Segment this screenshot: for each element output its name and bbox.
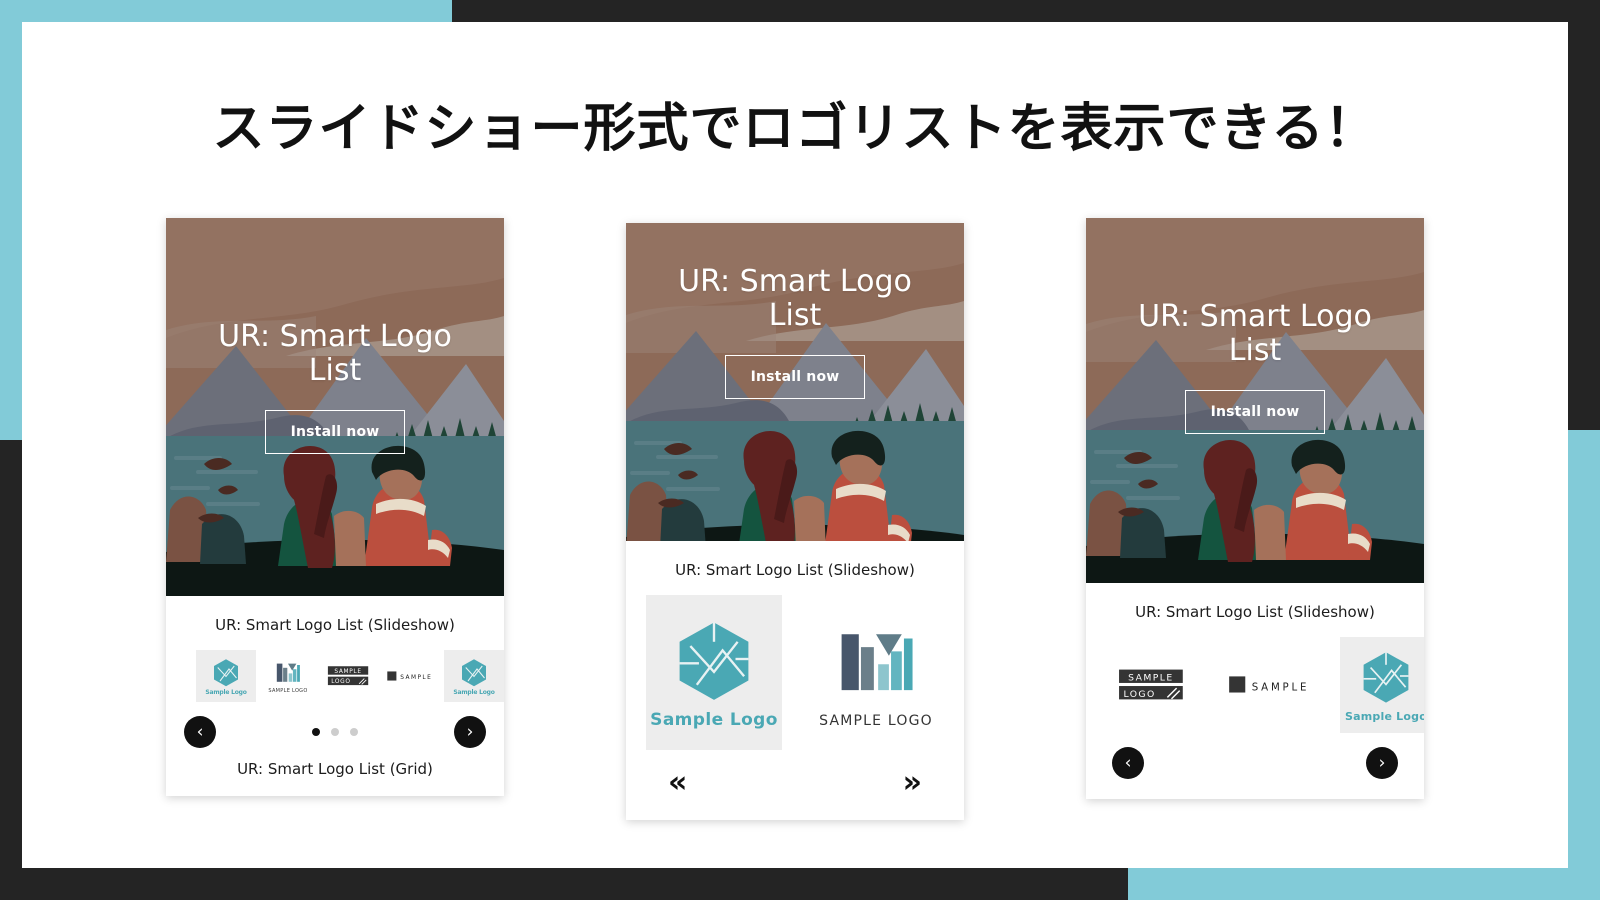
cards-row: UR: Smart Logo List Install now UR: Smar… xyxy=(22,218,1568,820)
square-sample-logo-icon: SAMPLE xyxy=(386,668,438,684)
hero-illustration: UR: Smart Logo List Install now xyxy=(1086,218,1424,583)
hero-overlay: UR: Smart Logo List Install now xyxy=(166,218,504,596)
hero-illustration: UR: Smart Logo List Install now xyxy=(166,218,504,596)
logo-item-sample-square[interactable]: SAMPLE xyxy=(382,650,442,702)
card-slideshow-large[interactable]: UR: Smart Logo List Install now UR: Smar… xyxy=(626,223,964,820)
boxed-sample-logo-icon: SAMPLE LOGO xyxy=(1117,664,1191,706)
frame-bar-bottom-dark xyxy=(0,868,1128,900)
card-slideshow-small[interactable]: UR: Smart Logo List Install now UR: Smar… xyxy=(166,218,504,796)
logo-item-sample-logo-hex[interactable]: Sample Logo xyxy=(196,650,256,702)
svg-text:SAMPLE: SAMPLE xyxy=(400,675,432,681)
bar-chart-logo-icon xyxy=(274,658,302,686)
boxed-sample-logo-icon: SAMPLE LOGO xyxy=(326,663,374,689)
frame-bar-bottom-teal xyxy=(1128,868,1600,900)
frame-bar-right-teal xyxy=(1568,430,1600,900)
hero-title: UR: Smart Logo List xyxy=(665,265,925,333)
logo-label: Sample Logo xyxy=(205,689,246,696)
svg-text:SAMPLE: SAMPLE xyxy=(1128,672,1174,683)
logo-item-sample-logo-hex-2[interactable]: Sample Logo xyxy=(444,650,504,702)
card-body: UR: Smart Logo List (Slideshow) Sample L… xyxy=(166,596,504,796)
hero-illustration: UR: Smart Logo List Install now xyxy=(626,223,964,541)
hexagon-logo-icon xyxy=(671,616,757,702)
logo-item-sample-logo-box[interactable]: SAMPLE LOGO xyxy=(1108,645,1200,725)
logo-strip[interactable]: SAMPLE LOGO SAMPLE xyxy=(1086,637,1424,733)
carousel-dot-2[interactable] xyxy=(331,728,339,736)
logo-item-sample-logo-box[interactable]: SAMPLE LOGO xyxy=(320,650,380,702)
carousel-prev-button[interactable]: ‹ xyxy=(184,716,216,748)
logo-label: Sample Logo xyxy=(1345,710,1424,723)
svg-text:SAMPLE: SAMPLE xyxy=(1252,682,1310,693)
carousel-dot-1[interactable] xyxy=(312,728,320,736)
svg-text:LOGO: LOGO xyxy=(331,679,350,685)
hero-title: UR: Smart Logo List xyxy=(1125,300,1385,368)
card-body: UR: Smart Logo List (Slideshow) SAMPLE L… xyxy=(1086,583,1424,799)
hexagon-logo-icon xyxy=(459,657,489,687)
hero-overlay: UR: Smart Logo List Install now xyxy=(1086,218,1424,583)
square-sample-logo-icon: SAMPLE xyxy=(1227,672,1313,698)
hero-overlay: UR: Smart Logo List Install now xyxy=(626,223,964,541)
svg-text:LOGO: LOGO xyxy=(1123,689,1155,700)
frame-bar-top-dark xyxy=(452,0,1600,22)
logo-item-sample-logo-hex[interactable]: Sample Logo xyxy=(646,595,782,750)
carousel-dot-3[interactable] xyxy=(350,728,358,736)
logo-item-sample-logo-hex[interactable]: Sample Logo xyxy=(1340,637,1424,733)
logo-label: SAMPLE LOGO xyxy=(819,713,933,729)
logo-item-bars[interactable]: SAMPLE LOGO xyxy=(808,595,944,750)
slide-canvas: スライドショー形式でロゴリストを表示できる！ xyxy=(22,22,1568,868)
card-slideshow-medium[interactable]: UR: Smart Logo List Install now UR: Smar… xyxy=(1086,218,1424,799)
install-now-button[interactable]: Install now xyxy=(265,410,405,454)
logo-label: Sample Logo xyxy=(650,710,778,730)
logo-strip[interactable]: Sample Logo SAMPLE LOGO xyxy=(166,650,504,702)
bar-chart-logo-icon xyxy=(833,617,919,703)
carousel-nav: « » xyxy=(626,750,964,820)
hexagon-logo-icon xyxy=(211,657,241,687)
carousel-nav: ‹ › xyxy=(166,702,504,748)
carousel-dots xyxy=(312,728,358,736)
carousel-prev-button[interactable]: ‹ xyxy=(1112,747,1144,779)
section-label-slideshow: UR: Smart Logo List (Slideshow) xyxy=(166,612,504,634)
carousel-prev-button[interactable]: « xyxy=(668,768,687,798)
frame-bar-top-teal xyxy=(0,0,452,22)
logo-item-bars[interactable]: SAMPLE LOGO xyxy=(258,650,318,702)
section-label-grid: UR: Smart Logo List (Grid) xyxy=(166,748,504,796)
logo-label: Sample Logo xyxy=(453,689,494,696)
carousel-next-button[interactable]: › xyxy=(1366,747,1398,779)
install-now-button[interactable]: Install now xyxy=(725,355,865,399)
section-label-slideshow: UR: Smart Logo List (Slideshow) xyxy=(1086,599,1424,621)
svg-text:SAMPLE: SAMPLE xyxy=(334,669,361,675)
hexagon-logo-icon xyxy=(1358,648,1414,704)
carousel-next-button[interactable]: » xyxy=(903,768,922,798)
logo-item-sample-square[interactable]: SAMPLE xyxy=(1224,645,1316,725)
carousel-nav: ‹ › xyxy=(1086,733,1424,799)
carousel-next-button[interactable]: › xyxy=(454,716,486,748)
logo-label: SAMPLE LOGO xyxy=(268,688,307,694)
card-body: UR: Smart Logo List (Slideshow) Sample L… xyxy=(626,541,964,820)
frame-bar-left-teal xyxy=(0,0,22,440)
page-title: スライドショー形式でロゴリストを表示できる！ xyxy=(22,86,1568,161)
frame-bar-left-dark xyxy=(0,440,22,900)
install-now-button[interactable]: Install now xyxy=(1185,390,1325,434)
hero-title: UR: Smart Logo List xyxy=(205,320,465,388)
logo-strip[interactable]: Sample Logo SAMPLE LOGO xyxy=(626,595,964,750)
section-label-slideshow: UR: Smart Logo List (Slideshow) xyxy=(626,557,964,579)
